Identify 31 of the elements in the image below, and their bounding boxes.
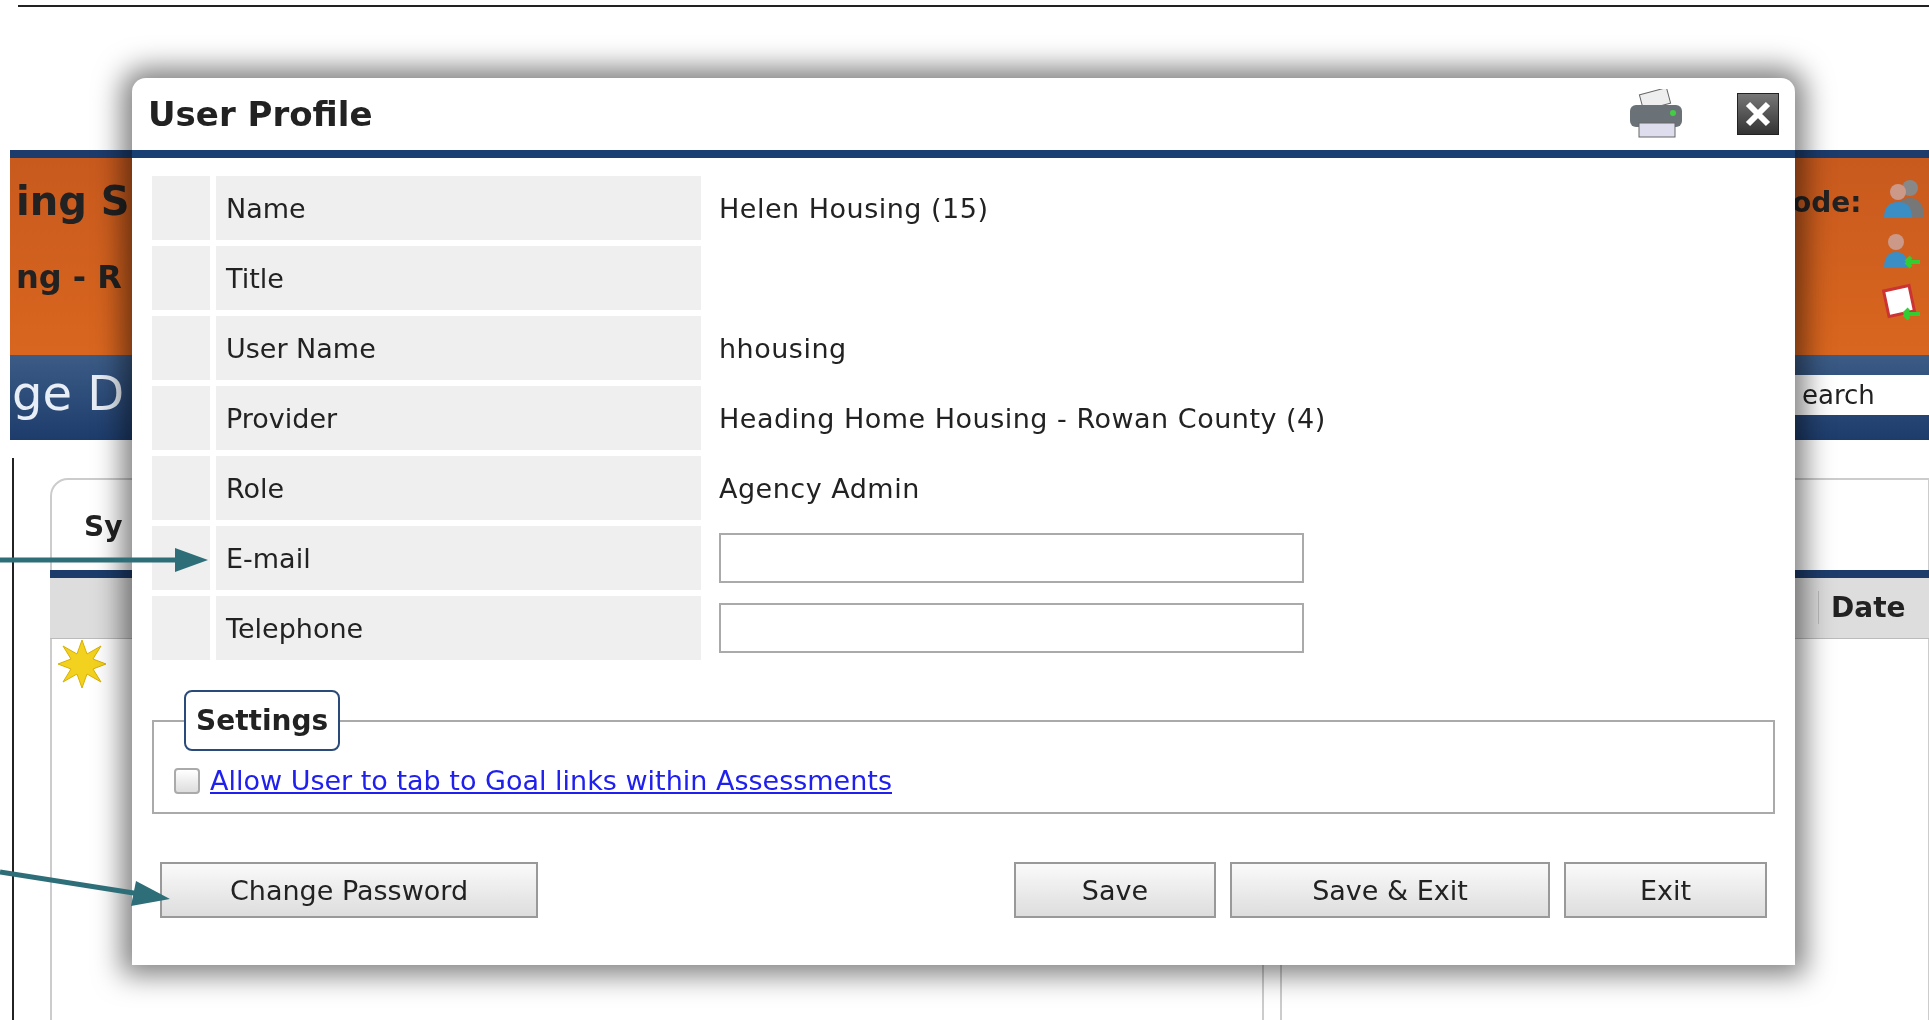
- settings-link[interactable]: Allow User to tab to Goal links within Assessments: [210, 765, 892, 796]
- field-label: Role: [216, 456, 701, 520]
- site-subtitle: ng - R: [16, 258, 122, 296]
- dialog-title: User Profile: [148, 94, 374, 134]
- tab[interactable]: Sy: [84, 510, 123, 543]
- exit-button[interactable]: Exit: [1564, 862, 1767, 918]
- save-button[interactable]: Save: [1014, 862, 1216, 918]
- save-exit-button[interactable]: Save & Exit: [1230, 862, 1550, 918]
- site-name: ing S: [16, 178, 130, 224]
- input-field[interactable]: [719, 603, 1304, 653]
- column-header[interactable]: Date: [1818, 591, 1906, 624]
- field-label: User Name: [216, 316, 701, 380]
- field-label: E-mail: [216, 526, 701, 590]
- close-icon: [1743, 99, 1773, 129]
- field-label: Telephone: [216, 596, 701, 660]
- field-value: hhousing: [719, 332, 847, 364]
- input-field[interactable]: [719, 533, 1304, 583]
- field-value: Agency Admin: [719, 472, 920, 504]
- change-password-button[interactable]: Change Password: [160, 862, 538, 918]
- star-icon: [56, 638, 108, 690]
- field-label: Provider: [216, 386, 701, 450]
- checkbox[interactable]: [174, 767, 200, 794]
- search-field[interactable]: earch: [1792, 375, 1929, 415]
- page-title: ge D: [12, 365, 125, 421]
- field-value: Heading Home Housing - Rowan County (4): [719, 402, 1326, 434]
- mode-label: ode:: [1792, 186, 1862, 219]
- field-label: Title: [216, 246, 701, 310]
- settings-legend: Settings: [184, 690, 341, 751]
- field-label: Name: [216, 176, 701, 240]
- field-value: Helen Housing (15): [719, 192, 989, 224]
- close-button[interactable]: [1737, 93, 1779, 135]
